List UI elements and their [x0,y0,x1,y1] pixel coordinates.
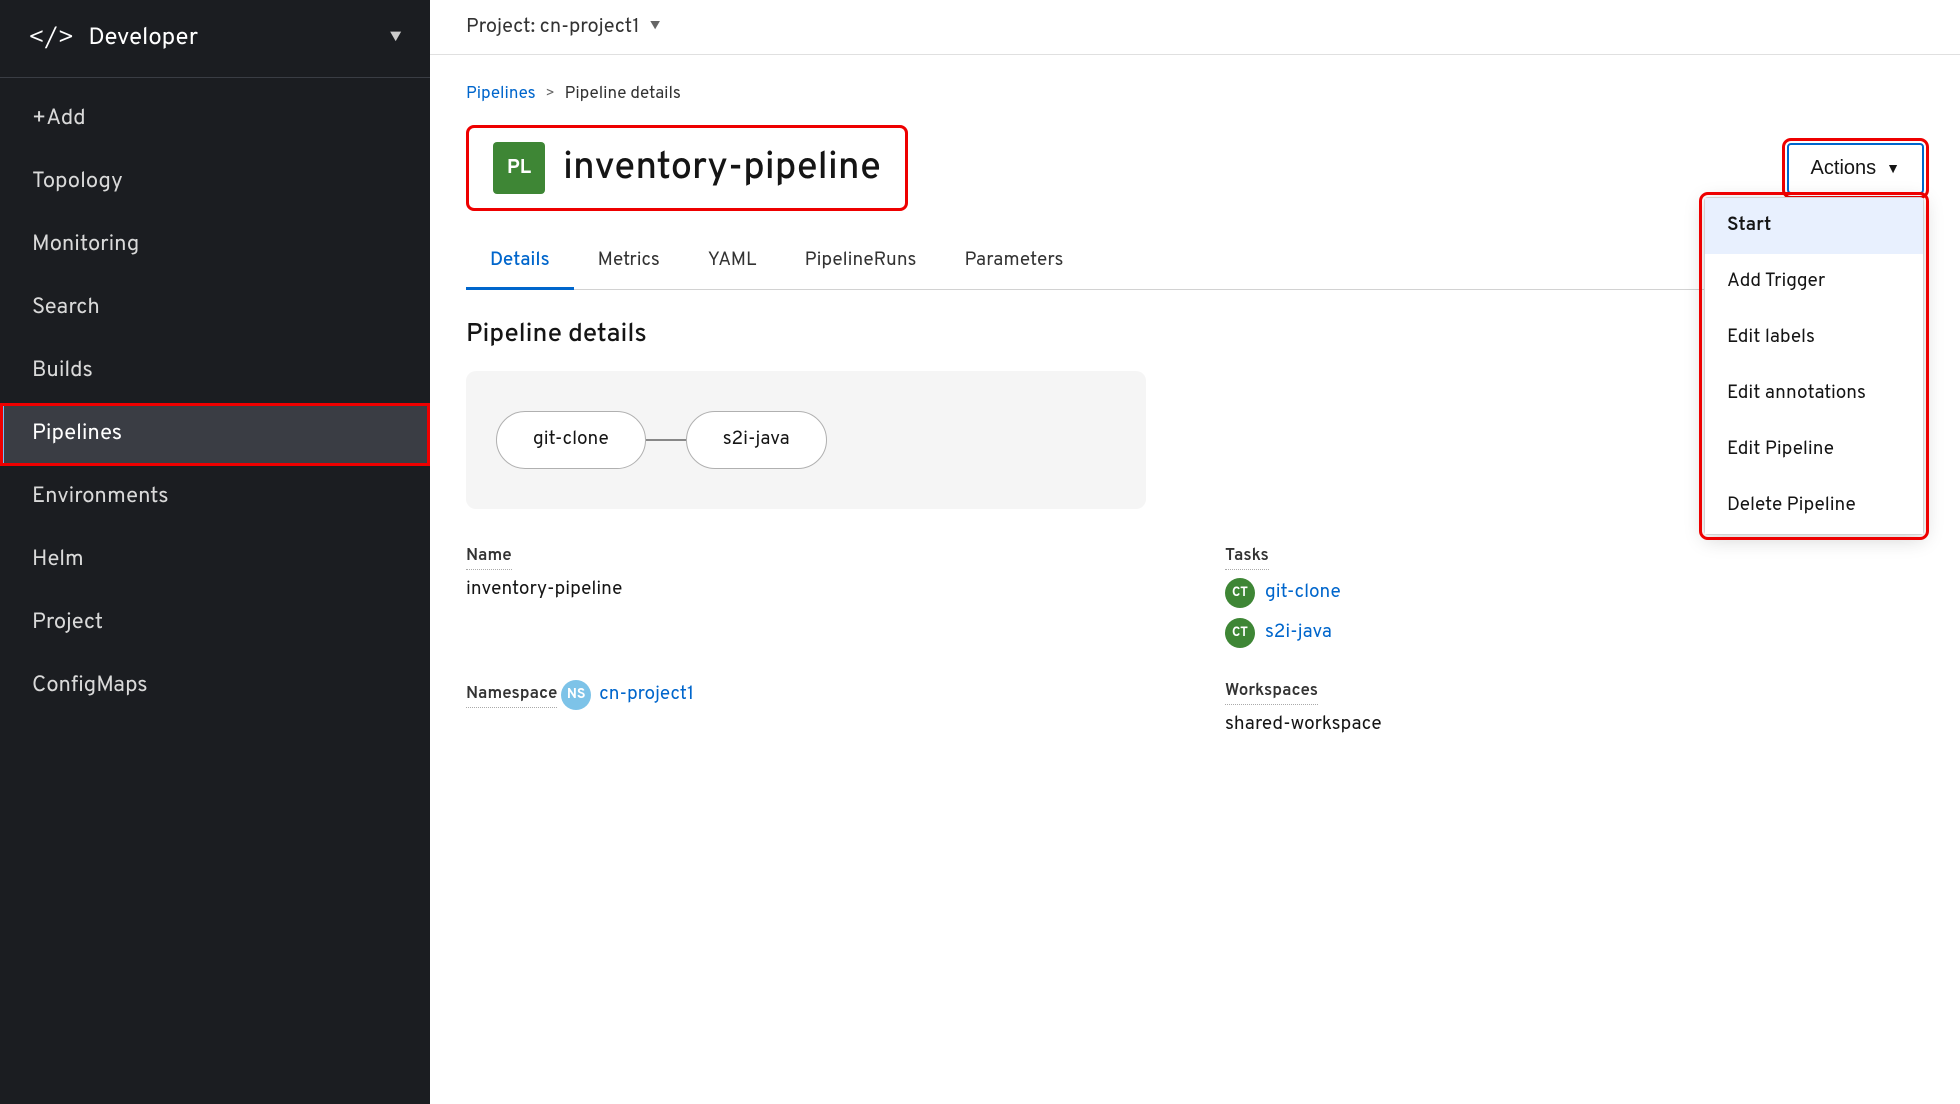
breadcrumb: Pipelines > Pipeline details [466,83,1924,105]
page-title-row: PL inventory-pipeline Actions ▼ Start Ad… [466,125,1924,211]
breadcrumb-current: Pipeline details [565,83,681,105]
dropdown-item-edit-pipeline[interactable]: Edit Pipeline [1705,422,1923,478]
page-title-box: PL inventory-pipeline [466,125,908,211]
detail-tasks-label: Tasks [1225,545,1269,570]
main-content: Project: cn-project1 ▼ Pipelines > Pipel… [430,0,1960,1104]
sidebar-item-builds[interactable]: Builds [0,340,430,403]
sidebar-item-environments[interactable]: Environments [0,466,430,529]
sidebar-item-search[interactable]: Search [0,277,430,340]
sidebar-item-pipelines[interactable]: Pipelines [0,403,430,466]
ns-icon: NS [561,680,591,710]
dropdown-item-delete-pipeline[interactable]: Delete Pipeline [1705,478,1923,534]
dropdown-item-add-trigger[interactable]: Add Trigger [1705,254,1923,310]
detail-tasks-section: Tasks CT git-clone CT s2i-java [1225,545,1924,648]
pipeline-icon-badge: PL [493,142,545,194]
page-title: inventory-pipeline [563,144,881,193]
detail-namespace-section: Namespace NS cn-project1 [466,680,1165,737]
task-link-s2i-java[interactable]: s2i-java [1265,621,1332,645]
task-link-git-clone[interactable]: git-clone [1265,581,1341,605]
pipeline-node-git-clone: git-clone [496,411,646,469]
ct-icon-git-clone: CT [1225,578,1255,608]
dropdown-item-start[interactable]: Start [1705,198,1923,254]
detail-workspaces-label: Workspaces [1225,680,1318,705]
tab-details[interactable]: Details [466,235,574,290]
sidebar-item-project[interactable]: Project [0,592,430,655]
project-chevron-icon: ▼ [650,19,661,36]
sidebar-item-helm[interactable]: Helm [0,529,430,592]
detail-name-value: inventory-pipeline [466,578,1165,602]
chevron-down-icon[interactable]: ▼ [389,29,402,49]
details-grid: Name inventory-pipeline Tasks CT git-clo… [466,545,1924,737]
sidebar-nav: +Add Topology Monitoring Search Builds P… [0,78,430,718]
tab-parameters[interactable]: Parameters [940,235,1087,290]
ct-icon-s2i-java: CT [1225,618,1255,648]
sidebar-item-add[interactable]: +Add [0,88,430,151]
pipeline-node-s2i-java: s2i-java [686,411,827,469]
topbar: Project: cn-project1 ▼ [430,0,1960,55]
detail-namespace-label: Namespace [466,683,557,708]
sidebar-item-topology[interactable]: Topology [0,151,430,214]
breadcrumb-pipelines-link[interactable]: Pipelines [466,83,536,105]
detail-name-section: Name inventory-pipeline [466,545,1165,648]
pipeline-diagram: git-clone s2i-java [466,371,1146,509]
breadcrumb-separator: > [546,86,555,103]
tab-yaml[interactable]: YAML [684,235,781,290]
content-area: Pipelines > Pipeline details PL inventor… [430,55,1960,1104]
actions-dropdown: Start Add Trigger Edit labels Edit annot… [1704,197,1924,535]
detail-workspaces-section: Workspaces shared-workspace [1225,680,1924,737]
tab-pipelineruns[interactable]: PipelineRuns [781,235,941,290]
tasks-list: CT git-clone CT s2i-java [1225,578,1924,648]
project-selector[interactable]: Project: cn-project1 ▼ [466,14,661,40]
actions-button[interactable]: Actions ▼ [1787,143,1924,194]
actions-area: Actions ▼ Start Add Trigger Edit labels … [1787,143,1924,194]
sidebar-item-monitoring[interactable]: Monitoring [0,214,430,277]
actions-chevron-icon: ▼ [1886,160,1900,176]
sidebar-header[interactable]: </> Developer ▼ [0,0,430,78]
sidebar-item-configmaps[interactable]: ConfigMaps [0,655,430,718]
developer-icon: </> [28,22,74,55]
task-item-git-clone: CT git-clone [1225,578,1924,608]
sidebar: </> Developer ▼ +Add Topology Monitoring… [0,0,430,1104]
task-item-s2i-java: CT s2i-java [1225,618,1924,648]
namespace-value[interactable]: cn-project1 [599,683,694,707]
project-label: Project: cn-project1 [466,14,640,40]
detail-workspaces-value: shared-workspace [1225,713,1924,737]
dropdown-item-edit-annotations[interactable]: Edit annotations [1705,366,1923,422]
detail-name-label: Name [466,545,512,570]
namespace-badge: NS cn-project1 [561,680,694,710]
pipeline-connector [646,439,686,441]
dropdown-item-edit-labels[interactable]: Edit labels [1705,310,1923,366]
tab-metrics[interactable]: Metrics [574,235,684,290]
actions-label: Actions [1811,157,1877,180]
sidebar-title: Developer [88,24,198,54]
